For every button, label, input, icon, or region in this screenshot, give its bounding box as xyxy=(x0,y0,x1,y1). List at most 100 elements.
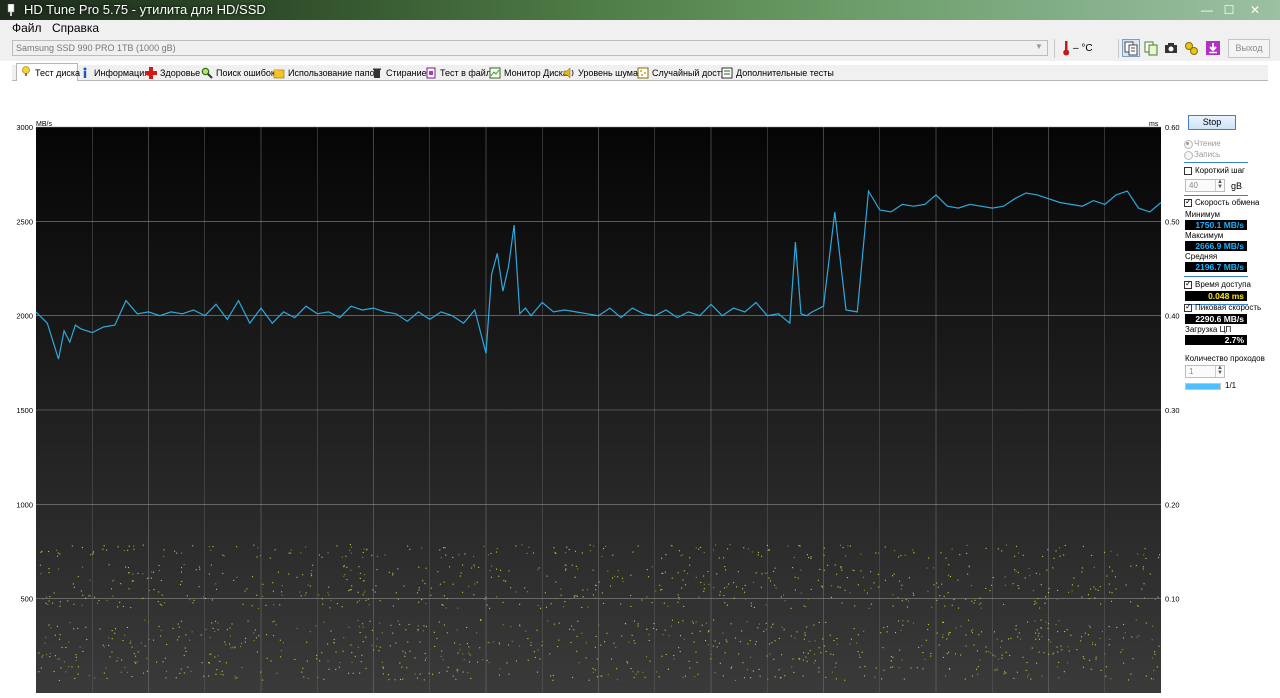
access-time-point xyxy=(111,588,113,590)
access-time-point xyxy=(637,625,639,627)
access-time-point xyxy=(1088,625,1090,627)
screenshot-button[interactable] xyxy=(1162,39,1180,57)
access-time-point xyxy=(634,642,636,644)
stepper-arrows-icon[interactable]: ▲ ▼ xyxy=(1215,179,1224,191)
close-button[interactable]: ✕ xyxy=(1240,0,1270,20)
access-time-point xyxy=(955,627,957,629)
tab-folder-usage[interactable]: Использование папок xyxy=(270,66,379,81)
access-time-point xyxy=(710,658,712,660)
transfer-rate-checkbox[interactable]: Скорость обмена xyxy=(1184,197,1259,209)
access-time-point xyxy=(977,666,979,668)
access-time-point xyxy=(648,634,650,636)
options-button[interactable] xyxy=(1182,39,1200,57)
tab-erase[interactable]: Стирание xyxy=(368,66,427,81)
access-time-checkbox[interactable]: Время доступа xyxy=(1184,279,1251,291)
access-time-point xyxy=(505,580,507,582)
access-time-point xyxy=(837,586,839,588)
access-time-point xyxy=(290,549,292,551)
access-time-point xyxy=(468,661,470,663)
tab-extra-tests[interactable]: Дополнительные тесты xyxy=(718,66,834,81)
access-time-point xyxy=(135,655,137,657)
access-time-point xyxy=(794,576,796,578)
tab-disk-monitor[interactable]: Монитор Диска xyxy=(486,66,568,81)
access-time-point xyxy=(626,661,628,663)
access-time-point xyxy=(718,642,720,644)
access-time-point xyxy=(1115,588,1117,590)
passes-stepper[interactable]: 1 ▲ ▼ xyxy=(1185,365,1225,378)
save-results-button[interactable] xyxy=(1142,39,1160,57)
menu-file[interactable]: Файл xyxy=(12,21,42,35)
access-time-point xyxy=(1035,632,1037,634)
access-time-point xyxy=(1120,651,1122,653)
access-time-point xyxy=(598,624,600,626)
access-time-point xyxy=(899,580,901,582)
access-time-point xyxy=(960,625,962,627)
access-time-point xyxy=(422,630,424,632)
access-time-point xyxy=(765,572,767,574)
access-time-point xyxy=(971,630,973,632)
progress-bar xyxy=(1185,383,1221,390)
access-time-point xyxy=(1144,548,1146,550)
access-time-point xyxy=(1136,636,1138,638)
read-radio[interactable]: Чтение xyxy=(1184,139,1274,150)
access-time-point xyxy=(667,605,669,607)
tab-error-scan[interactable]: Поиск ошибок xyxy=(198,66,275,81)
access-time-point xyxy=(1031,647,1033,649)
access-time-point xyxy=(1037,635,1039,637)
access-time-point xyxy=(890,655,892,657)
short-step-checkbox[interactable]: Короткий шаг xyxy=(1184,166,1245,177)
access-time-point xyxy=(1045,598,1047,600)
access-time-point xyxy=(163,549,165,551)
access-time-point xyxy=(875,552,877,554)
write-radio[interactable]: Запись xyxy=(1184,150,1274,161)
access-time-point xyxy=(549,653,551,655)
access-time-point xyxy=(1094,597,1096,599)
stop-button[interactable]: Stop xyxy=(1188,115,1236,130)
access-time-point xyxy=(948,668,950,670)
copy-info-button[interactable] xyxy=(1122,39,1140,57)
access-time-point xyxy=(77,576,79,578)
access-time-point xyxy=(534,656,536,658)
access-time-point xyxy=(670,625,672,627)
tab-random-access[interactable]: Случайный доступ xyxy=(634,66,730,81)
access-time-point xyxy=(302,667,304,669)
access-time-point xyxy=(1010,637,1012,639)
stepper-arrows-icon[interactable]: ▲ ▼ xyxy=(1215,365,1224,377)
access-time-point xyxy=(682,676,684,678)
access-time-point xyxy=(951,548,953,550)
access-time-point xyxy=(210,653,212,655)
access-time-point xyxy=(1108,644,1110,646)
menu-help[interactable]: Справка xyxy=(52,21,99,35)
exit-button[interactable]: Выход xyxy=(1228,39,1270,58)
wrench-icon xyxy=(1185,42,1198,55)
access-time-point xyxy=(955,653,957,655)
drive-select[interactable]: Samsung SSD 990 PRO 1TB (1000 gB) ▼ xyxy=(12,40,1048,56)
access-time-point xyxy=(596,676,598,678)
tab-benchmark[interactable]: Тест диска xyxy=(16,63,80,82)
access-time-point xyxy=(181,552,183,554)
tab-health[interactable]: Здоровье xyxy=(142,66,200,81)
access-time-point xyxy=(220,673,222,675)
save-button[interactable] xyxy=(1204,39,1222,57)
folder-icon xyxy=(273,69,285,79)
access-time-point xyxy=(544,592,546,594)
access-time-point xyxy=(1050,641,1052,643)
access-time-point xyxy=(490,576,492,578)
access-time-point xyxy=(671,577,673,579)
tab-info[interactable]: Информация xyxy=(76,66,149,81)
access-time-point xyxy=(1026,662,1028,664)
burst-rate-checkbox[interactable]: Пиковая скорость xyxy=(1184,302,1261,314)
access-time-point xyxy=(358,626,360,628)
tab-noise-level[interactable]: Уровень шума xyxy=(560,66,638,81)
access-time-point xyxy=(537,569,539,571)
short-step-stepper[interactable]: 40 ▲ ▼ xyxy=(1185,179,1225,192)
access-time-point xyxy=(327,552,329,554)
access-time-point xyxy=(343,566,345,568)
access-time-point xyxy=(1000,646,1002,648)
access-time-point xyxy=(335,668,337,670)
access-time-point xyxy=(1005,544,1007,546)
tab-file-benchmark[interactable]: Тест в файл xyxy=(422,66,491,81)
access-time-point xyxy=(744,598,746,600)
access-time-point xyxy=(159,603,161,605)
access-time-point xyxy=(612,577,614,579)
